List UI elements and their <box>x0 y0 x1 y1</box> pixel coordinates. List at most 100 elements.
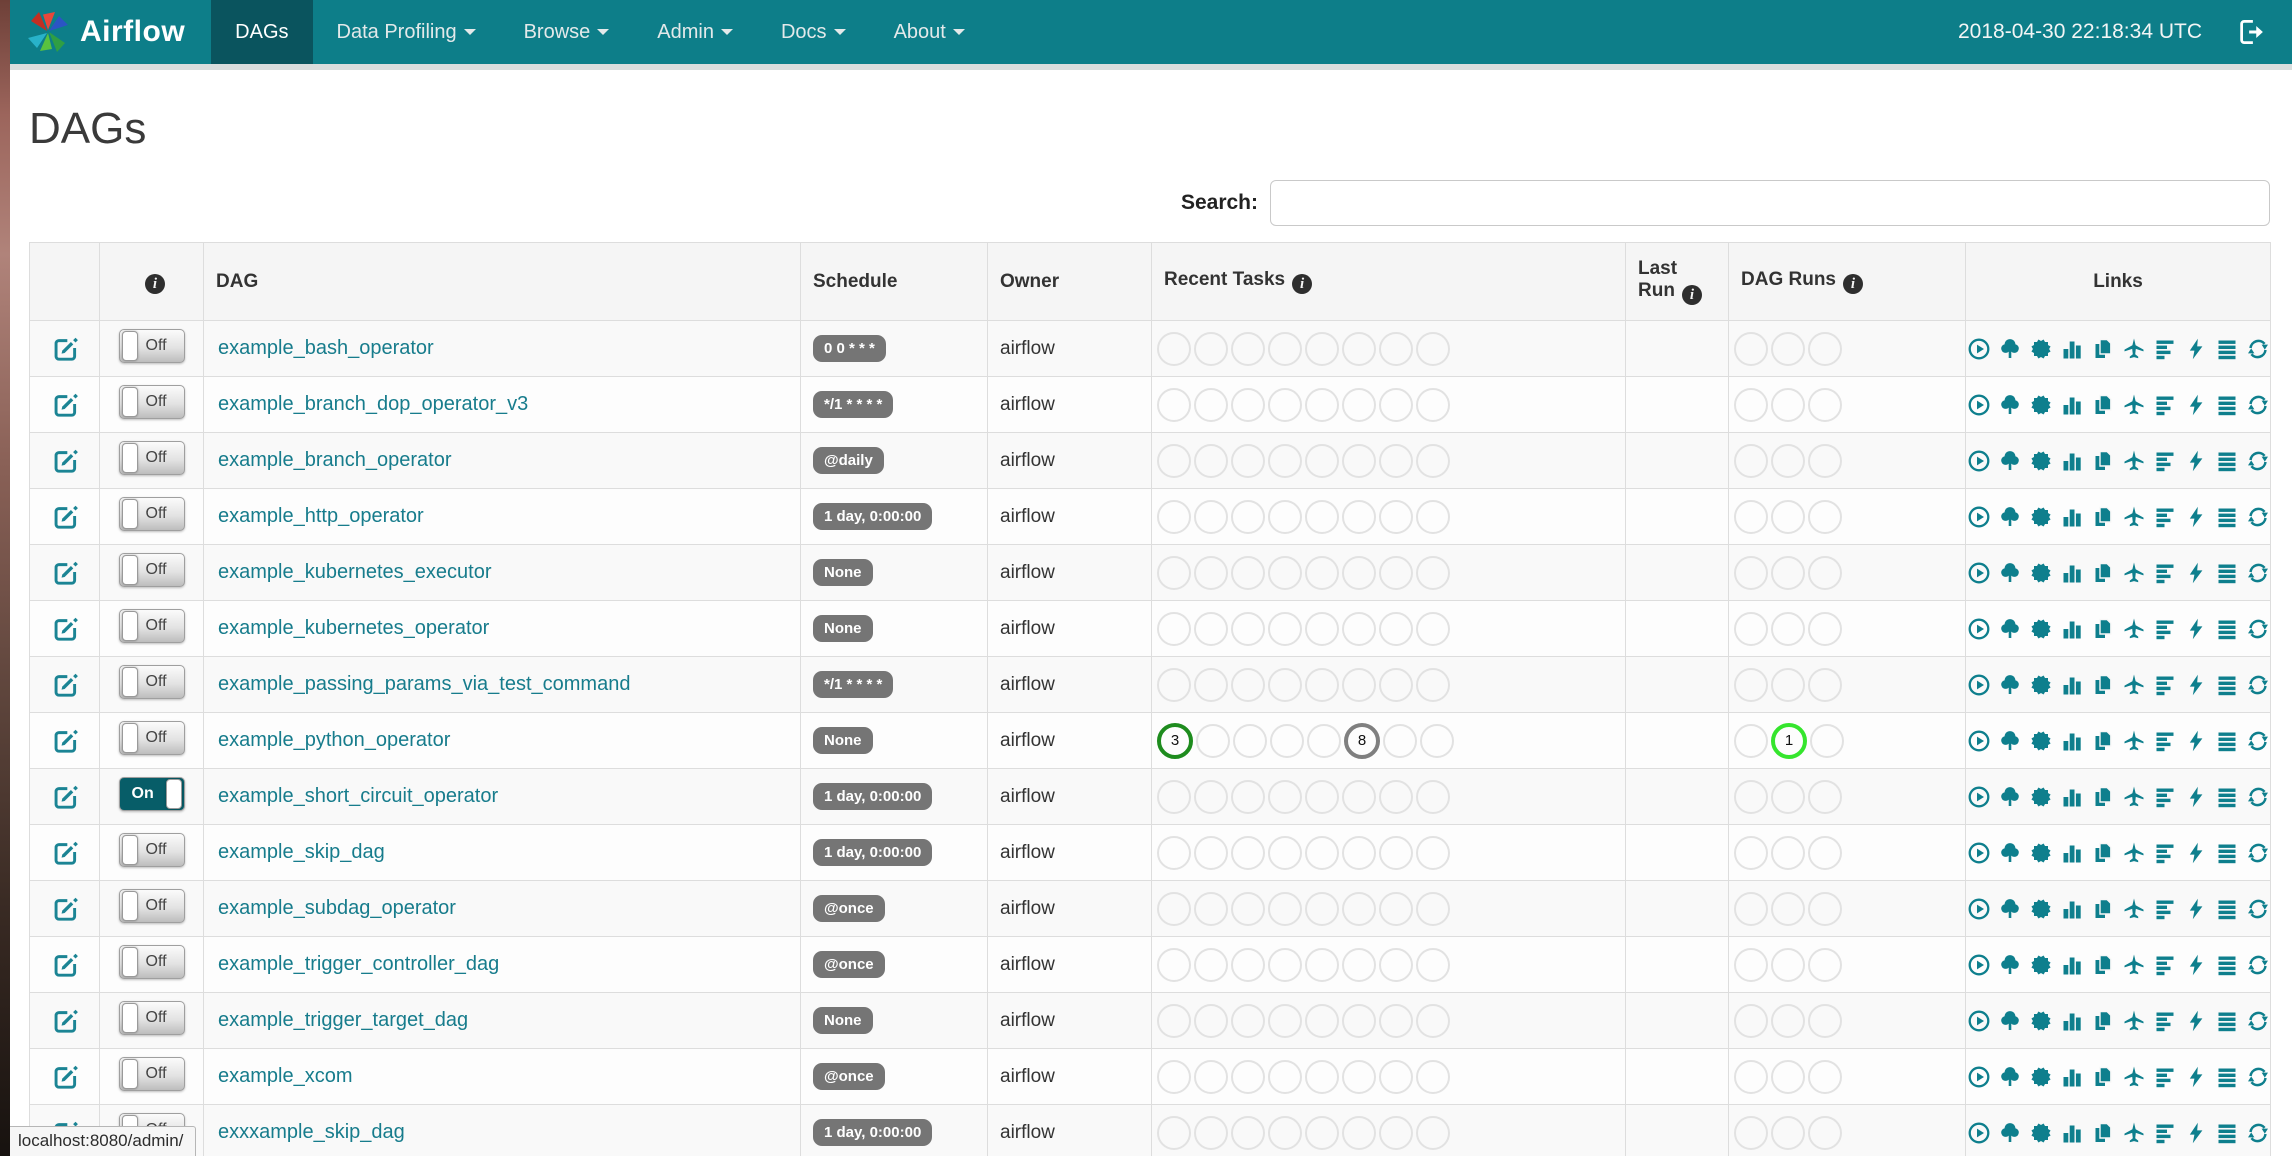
nav-item-dags[interactable]: DAGs <box>211 0 313 64</box>
task-duration-icon[interactable] <box>2060 841 2084 865</box>
graph-view-icon[interactable] <box>2029 1121 2053 1145</box>
edit-dag-icon[interactable] <box>51 895 78 922</box>
gantt-view-icon[interactable] <box>2153 897 2177 921</box>
dag-pause-toggle[interactable]: Off <box>118 1001 185 1035</box>
trigger-dag-icon[interactable] <box>1967 1009 1991 1033</box>
logs-icon[interactable] <box>2215 729 2239 753</box>
refresh-icon[interactable] <box>2246 897 2270 921</box>
trigger-dag-icon[interactable] <box>1967 897 1991 921</box>
logs-icon[interactable] <box>2215 897 2239 921</box>
dag-pause-toggle[interactable]: Off <box>118 1057 185 1091</box>
edit-dag-icon[interactable] <box>51 783 78 810</box>
gantt-view-icon[interactable] <box>2153 1009 2177 1033</box>
task-duration-icon[interactable] <box>2060 897 2084 921</box>
logs-icon[interactable] <box>2215 1121 2239 1145</box>
refresh-icon[interactable] <box>2246 1065 2270 1089</box>
task-duration-icon[interactable] <box>2060 561 2084 585</box>
trigger-dag-icon[interactable] <box>1967 673 1991 697</box>
task-tries-icon[interactable] <box>2091 841 2115 865</box>
recent-task-circle-success[interactable]: 3 <box>1157 722 1193 759</box>
dag-pause-toggle[interactable]: Off <box>118 833 185 867</box>
refresh-icon[interactable] <box>2246 449 2270 473</box>
refresh-icon[interactable] <box>2246 1121 2270 1145</box>
dag-link[interactable]: example_xcom <box>218 1065 353 1087</box>
landing-times-icon[interactable] <box>2122 953 2146 977</box>
dag-run-circle-running[interactable]: 1 <box>1771 722 1807 759</box>
sign-out-icon[interactable] <box>2236 17 2266 47</box>
code-view-icon[interactable] <box>2184 1065 2208 1089</box>
refresh-icon[interactable] <box>2246 393 2270 417</box>
dag-pause-toggle[interactable]: Off <box>118 721 185 755</box>
graph-view-icon[interactable] <box>2029 617 2053 641</box>
refresh-icon[interactable] <box>2246 785 2270 809</box>
logs-icon[interactable] <box>2215 337 2239 361</box>
code-view-icon[interactable] <box>2184 841 2208 865</box>
landing-times-icon[interactable] <box>2122 1121 2146 1145</box>
dag-pause-toggle[interactable]: Off <box>118 665 185 699</box>
trigger-dag-icon[interactable] <box>1967 617 1991 641</box>
graph-view-icon[interactable] <box>2029 393 2053 417</box>
tree-view-icon[interactable] <box>1998 673 2022 697</box>
task-tries-icon[interactable] <box>2091 505 2115 529</box>
landing-times-icon[interactable] <box>2122 897 2146 921</box>
dag-pause-toggle[interactable]: Off <box>118 609 185 643</box>
gantt-view-icon[interactable] <box>2153 393 2177 417</box>
dag-link[interactable]: example_short_circuit_operator <box>218 785 498 807</box>
nav-item-about[interactable]: About <box>870 0 989 64</box>
landing-times-icon[interactable] <box>2122 617 2146 641</box>
task-tries-icon[interactable] <box>2091 1121 2115 1145</box>
edit-dag-icon[interactable] <box>51 503 78 530</box>
task-tries-icon[interactable] <box>2091 337 2115 361</box>
code-view-icon[interactable] <box>2184 897 2208 921</box>
edit-dag-icon[interactable] <box>51 615 78 642</box>
tree-view-icon[interactable] <box>1998 1121 2022 1145</box>
dag-link[interactable]: example_bash_operator <box>218 337 434 359</box>
edit-dag-icon[interactable] <box>51 951 78 978</box>
gantt-view-icon[interactable] <box>2153 1065 2177 1089</box>
tree-view-icon[interactable] <box>1998 393 2022 417</box>
dag-pause-toggle[interactable]: Off <box>118 553 185 587</box>
code-view-icon[interactable] <box>2184 561 2208 585</box>
task-tries-icon[interactable] <box>2091 1065 2115 1089</box>
nav-item-admin[interactable]: Admin <box>633 0 757 64</box>
tree-view-icon[interactable] <box>1998 505 2022 529</box>
task-tries-icon[interactable] <box>2091 897 2115 921</box>
task-duration-icon[interactable] <box>2060 1121 2084 1145</box>
nav-item-docs[interactable]: Docs <box>757 0 870 64</box>
trigger-dag-icon[interactable] <box>1967 393 1991 417</box>
task-tries-icon[interactable] <box>2091 785 2115 809</box>
code-view-icon[interactable] <box>2184 953 2208 977</box>
task-tries-icon[interactable] <box>2091 393 2115 417</box>
gantt-view-icon[interactable] <box>2153 617 2177 641</box>
code-view-icon[interactable] <box>2184 337 2208 361</box>
task-tries-icon[interactable] <box>2091 561 2115 585</box>
edit-dag-icon[interactable] <box>51 671 78 698</box>
task-duration-icon[interactable] <box>2060 953 2084 977</box>
logs-icon[interactable] <box>2215 393 2239 417</box>
task-tries-icon[interactable] <box>2091 449 2115 473</box>
tree-view-icon[interactable] <box>1998 897 2022 921</box>
trigger-dag-icon[interactable] <box>1967 953 1991 977</box>
landing-times-icon[interactable] <box>2122 1065 2146 1089</box>
logs-icon[interactable] <box>2215 561 2239 585</box>
graph-view-icon[interactable] <box>2029 953 2053 977</box>
edit-dag-icon[interactable] <box>51 335 78 362</box>
search-input[interactable] <box>1270 180 2270 226</box>
graph-view-icon[interactable] <box>2029 1065 2053 1089</box>
tree-view-icon[interactable] <box>1998 785 2022 809</box>
graph-view-icon[interactable] <box>2029 561 2053 585</box>
gantt-view-icon[interactable] <box>2153 337 2177 361</box>
dag-pause-toggle[interactable]: Off <box>118 441 185 475</box>
tree-view-icon[interactable] <box>1998 729 2022 753</box>
task-duration-icon[interactable] <box>2060 393 2084 417</box>
dag-link[interactable]: example_trigger_target_dag <box>218 1009 468 1031</box>
trigger-dag-icon[interactable] <box>1967 1121 1991 1145</box>
trigger-dag-icon[interactable] <box>1967 337 1991 361</box>
refresh-icon[interactable] <box>2246 673 2270 697</box>
refresh-icon[interactable] <box>2246 953 2270 977</box>
refresh-icon[interactable] <box>2246 617 2270 641</box>
graph-view-icon[interactable] <box>2029 505 2053 529</box>
code-view-icon[interactable] <box>2184 673 2208 697</box>
landing-times-icon[interactable] <box>2122 729 2146 753</box>
edit-dag-icon[interactable] <box>51 839 78 866</box>
